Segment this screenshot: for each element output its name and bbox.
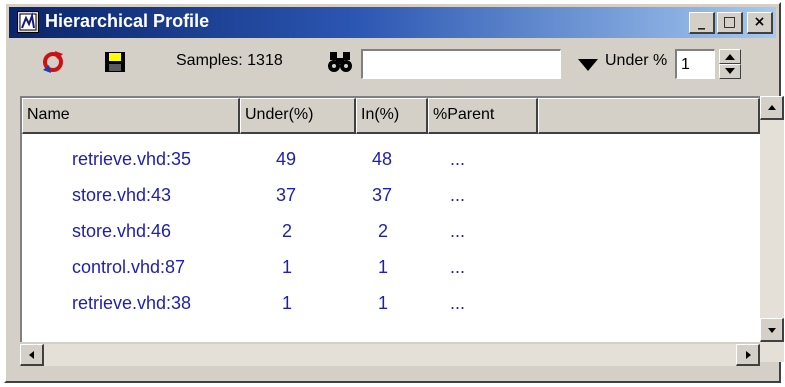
toolbar: Samples: 1318 Under % bbox=[9, 42, 776, 86]
window-title: Hierarchical Profile bbox=[45, 11, 210, 31]
scroll-left-button[interactable] bbox=[20, 344, 44, 366]
vertical-scrollbar[interactable] bbox=[760, 96, 784, 362]
save-button[interactable] bbox=[101, 48, 129, 76]
title-bar[interactable]: Hierarchical Profile _ □ × bbox=[9, 7, 776, 38]
row-parent: ... bbox=[450, 293, 466, 313]
floppy-save-icon bbox=[105, 52, 125, 72]
row-under: 1 bbox=[282, 293, 293, 313]
row-parent: ... bbox=[450, 221, 466, 241]
under-percent-spinner[interactable] bbox=[719, 49, 741, 79]
row-in: 37 bbox=[372, 185, 393, 205]
spin-down-button[interactable] bbox=[719, 64, 741, 79]
maximize-button[interactable]: □ bbox=[717, 12, 743, 34]
column-header-in[interactable]: In(%) bbox=[356, 98, 428, 134]
row-name: retrieve.vhd:35 bbox=[72, 149, 192, 169]
search-dropdown-button[interactable] bbox=[575, 51, 601, 77]
hierarchical-profile-window: Hierarchical Profile _ □ × Samples: 1318 bbox=[4, 2, 784, 383]
scroll-down-button[interactable] bbox=[760, 318, 784, 342]
close-icon: × bbox=[753, 14, 766, 30]
row-parent: ... bbox=[450, 185, 466, 205]
table-row[interactable]: retrieve.vhd:35 49 48 ... bbox=[22, 142, 758, 178]
row-parent: ... bbox=[450, 149, 466, 169]
arrow-down-icon bbox=[725, 68, 735, 74]
scroll-up-button[interactable] bbox=[760, 96, 784, 120]
triangle-down-icon bbox=[578, 59, 598, 71]
under-percent-input[interactable] bbox=[675, 49, 715, 79]
row-under: 37 bbox=[276, 185, 297, 205]
column-header-under[interactable]: Under(%) bbox=[240, 98, 356, 134]
row-parent: ... bbox=[450, 257, 466, 277]
arrow-left-icon bbox=[29, 351, 34, 359]
row-under: 2 bbox=[282, 221, 293, 241]
arrow-up-icon bbox=[768, 105, 776, 110]
row-under: 49 bbox=[276, 149, 297, 169]
table-row[interactable]: store.vhd:46 2 2 ... bbox=[22, 214, 758, 250]
refresh-icon bbox=[43, 51, 63, 73]
row-name: store.vhd:43 bbox=[72, 185, 172, 205]
column-header-empty bbox=[538, 98, 760, 134]
minimize-button[interactable]: _ bbox=[689, 12, 715, 34]
samples-count: Samples: 1318 bbox=[176, 52, 283, 69]
arrow-right-icon bbox=[746, 351, 751, 359]
arrow-up-icon bbox=[725, 54, 735, 60]
find-button[interactable] bbox=[327, 50, 353, 74]
row-in: 48 bbox=[372, 149, 393, 169]
close-button[interactable]: × bbox=[747, 12, 773, 34]
app-icon bbox=[17, 11, 39, 33]
row-in: 1 bbox=[378, 257, 389, 277]
scroll-right-button[interactable] bbox=[736, 344, 760, 366]
minimize-icon: _ bbox=[698, 14, 705, 30]
row-name: retrieve.vhd:38 bbox=[72, 293, 192, 313]
horizontal-scrollbar[interactable] bbox=[20, 344, 760, 366]
row-name: store.vhd:46 bbox=[72, 221, 172, 241]
binoculars-icon bbox=[328, 52, 352, 72]
maximize-icon: □ bbox=[722, 14, 737, 30]
profile-table[interactable]: Name Under(%) In(%) %Parent retrieve.vhd… bbox=[20, 96, 760, 342]
refresh-button[interactable] bbox=[39, 48, 67, 76]
table-row[interactable]: retrieve.vhd:38 1 1 ... bbox=[22, 286, 758, 322]
column-header-parent[interactable]: %Parent bbox=[428, 98, 538, 134]
under-percent-label: Under % bbox=[605, 52, 668, 69]
arrow-down-icon bbox=[768, 328, 776, 333]
row-under: 1 bbox=[282, 257, 293, 277]
table-row[interactable]: store.vhd:43 37 37 ... bbox=[22, 178, 758, 214]
spin-up-button[interactable] bbox=[719, 49, 741, 64]
row-name: control.vhd:87 bbox=[72, 257, 186, 277]
search-input[interactable] bbox=[361, 49, 561, 79]
table-row[interactable]: control.vhd:87 1 1 ... bbox=[22, 250, 758, 286]
row-in: 2 bbox=[378, 221, 389, 241]
column-header-name[interactable]: Name bbox=[22, 98, 240, 134]
row-in: 1 bbox=[378, 293, 389, 313]
